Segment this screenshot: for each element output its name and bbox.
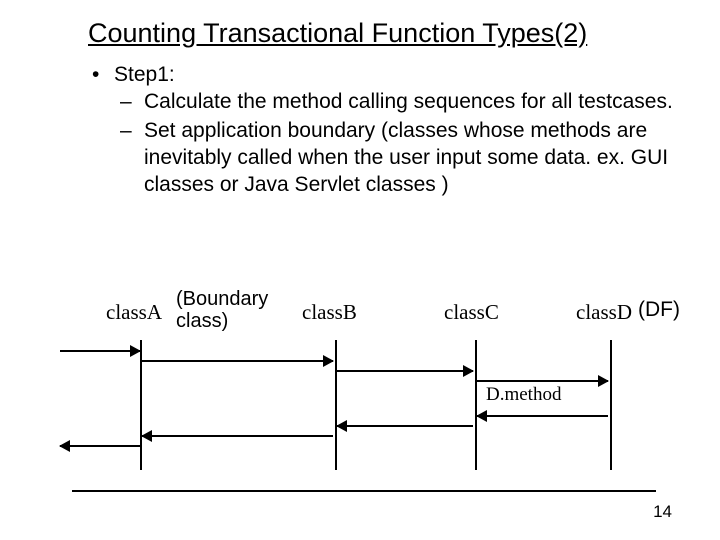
classA-note-line2: class) <box>176 310 228 332</box>
arrow-C-D <box>477 380 608 382</box>
arrow-B-C <box>337 370 473 372</box>
lifeline-B <box>335 340 337 470</box>
arrow-D-C <box>477 415 608 417</box>
step1-text: Step1: <box>114 63 175 86</box>
bullet-list: Step1: Calculate the method calling sequ… <box>88 63 680 199</box>
df-label: (DF) <box>638 298 680 322</box>
step1-sublist: Calculate the method calling sequences f… <box>114 89 680 199</box>
step1-item-2: Set application boundary (classes whose … <box>144 118 680 199</box>
classD-label: classD <box>576 300 632 325</box>
step1-item-1: Calculate the method calling sequences f… <box>144 89 680 116</box>
footer-hr <box>72 490 656 492</box>
d-method-label: D.method <box>486 384 561 406</box>
arrow-A-B <box>142 360 333 362</box>
classA-note: (Boundary class) <box>176 288 268 332</box>
lifeline-C <box>475 340 477 470</box>
arrow-in-A <box>60 350 140 352</box>
step1-label: Step1: Calculate the method calling sequ… <box>114 63 680 199</box>
arrow-A-out <box>60 445 140 447</box>
lifeline-D <box>610 340 612 470</box>
classA-label: classA <box>106 300 162 325</box>
slide-title: Counting Transactional Function Types(2) <box>88 18 680 49</box>
arrow-C-B <box>337 425 473 427</box>
slide: Counting Transactional Function Types(2)… <box>0 0 720 540</box>
arrow-B-A <box>142 435 333 437</box>
classA-note-line1: (Boundary <box>176 288 268 310</box>
page-number: 14 <box>653 502 672 522</box>
classB-label: classB <box>302 300 357 325</box>
classC-label: classC <box>444 300 499 325</box>
